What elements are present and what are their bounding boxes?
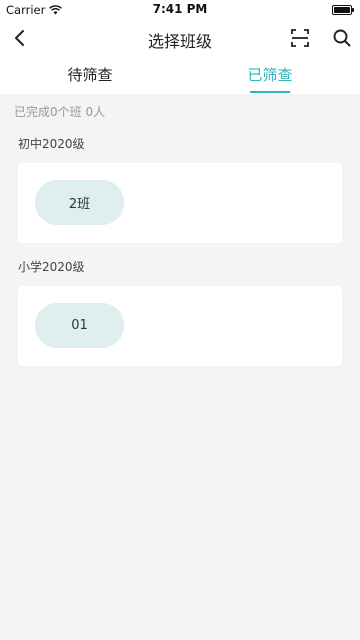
tab-bar: 待筛查 已筛查 <box>0 56 360 94</box>
completion-summary: 已完成0个班 0人 <box>14 105 106 119</box>
navigation-bar: 选择班级 <box>0 20 360 56</box>
status-bar: Carrier 7:41 PM <box>0 0 360 20</box>
search-icon[interactable] <box>330 26 354 50</box>
tab-screened[interactable]: 已筛查 <box>210 64 330 85</box>
class-chip[interactable]: 01 <box>35 303 124 348</box>
scan-icon[interactable] <box>288 26 312 50</box>
battery-icon <box>332 5 354 15</box>
class-chip[interactable]: 2班 <box>35 180 124 225</box>
status-time: 7:41 PM <box>152 2 208 16</box>
active-tab-indicator <box>250 91 290 93</box>
group-label: 小学2020级 <box>18 260 85 274</box>
tab-pending[interactable]: 待筛查 <box>30 64 150 85</box>
class-card: 2班 <box>18 163 342 243</box>
class-card: 01 <box>18 286 342 366</box>
group-label: 初中2020级 <box>18 137 85 151</box>
